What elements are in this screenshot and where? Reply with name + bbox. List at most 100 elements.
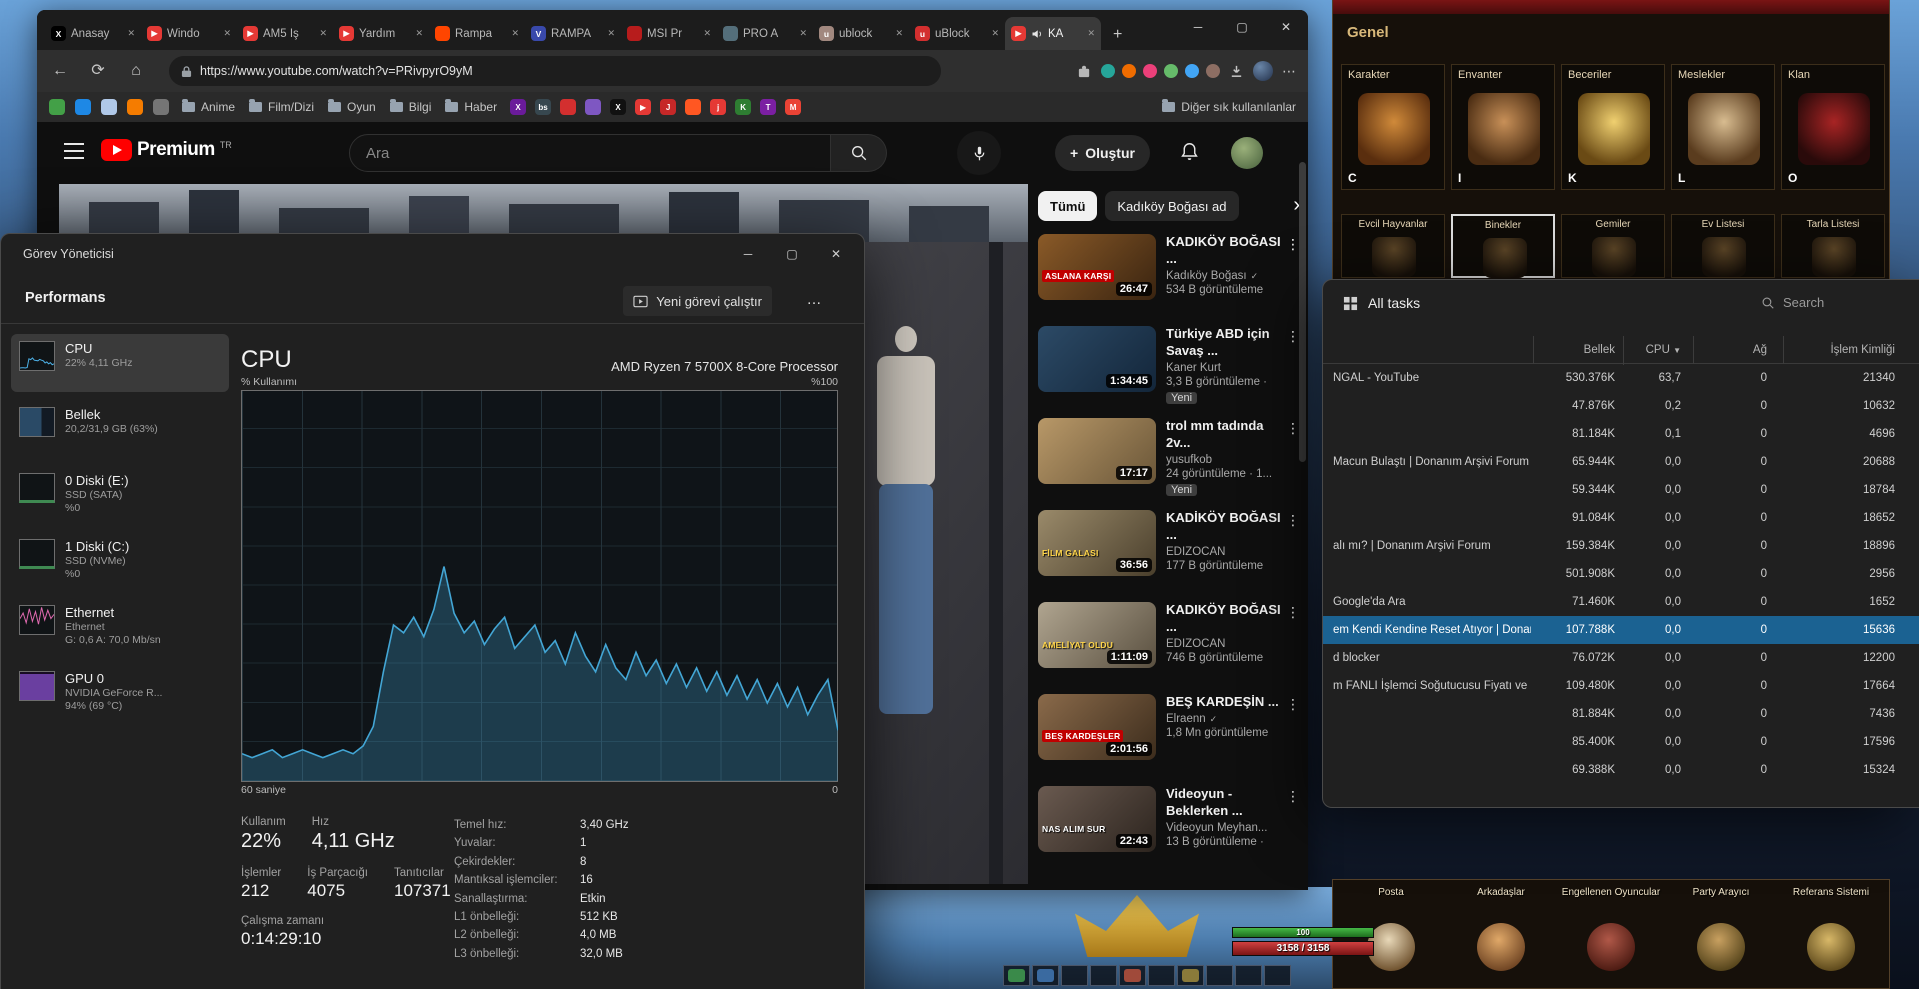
close-button[interactable]: ✕ xyxy=(814,238,858,270)
video-channel[interactable]: Kadıköy Boğası✓ xyxy=(1166,270,1284,282)
task-row[interactable]: 47.876K 0,2 0 10632 xyxy=(1323,392,1919,420)
tab-close-icon[interactable]: ✕ xyxy=(799,28,807,39)
game-submenu-cell[interactable]: Binekler xyxy=(1451,214,1555,278)
task-row[interactable]: alı mı? | Donanım Arşivi Forum 159.384K … xyxy=(1323,532,1919,560)
task-search[interactable]: Search xyxy=(1761,295,1824,310)
suggested-video[interactable]: 17:17 trol mm tadında 2v... yusufkob✓ 24… xyxy=(1038,418,1300,504)
browser-tab[interactable]: X Anasay ✕ xyxy=(45,17,141,50)
performance-sidebar-item[interactable]: 0 Diski (E:) SSD (SATA) %0 xyxy=(11,466,229,524)
video-title[interactable]: BEŞ KARDEŞİN ... xyxy=(1166,694,1284,711)
new-tab-button[interactable]: + xyxy=(1101,26,1134,50)
tab-close-icon[interactable]: ✕ xyxy=(607,28,615,39)
game-tab-general[interactable]: Genel xyxy=(1347,24,1389,41)
task-row[interactable]: 91.084K 0,0 0 18652 xyxy=(1323,504,1919,532)
bookmark-site-icon[interactable] xyxy=(75,99,91,115)
game-hotbar[interactable] xyxy=(1003,965,1291,986)
hotbar-slot[interactable] xyxy=(1090,965,1117,986)
extension-icon[interactable] xyxy=(1143,64,1157,78)
browser-tab[interactable]: ▶ Yardım ✕ xyxy=(333,17,429,50)
tab-close-icon[interactable]: ✕ xyxy=(703,28,711,39)
task-row[interactable]: 85.400K 0,0 0 17596 xyxy=(1323,728,1919,756)
chip-all[interactable]: Tümü xyxy=(1038,191,1097,221)
maximize-button[interactable]: ▢ xyxy=(1220,10,1264,44)
video-menu-icon[interactable]: ⋮ xyxy=(1286,512,1300,529)
suggested-video[interactable]: ASLANA KARŞI 26:47 KADIKÖY BOĞASI ... Ka… xyxy=(1038,234,1300,320)
extension-icon[interactable] xyxy=(1206,64,1220,78)
bookmark-site-icon[interactable] xyxy=(49,99,65,115)
performance-sidebar-item[interactable]: Bellek 20,2/31,9 GB (63%) xyxy=(11,400,229,458)
task-row[interactable]: 501.908K 0,0 0 2956 xyxy=(1323,560,1919,588)
task-row[interactable]: Macun Bulaştı | Donanım Arşivi Forum 65.… xyxy=(1323,448,1919,476)
performance-sidebar-item[interactable]: Ethernet Ethernet G: 0,6 A: 70,0 Mb/sn xyxy=(11,598,229,656)
video-channel[interactable]: yusufkob✓ xyxy=(1166,454,1284,466)
bookmark-site-icon[interactable]: X xyxy=(610,99,626,115)
hotbar-slot[interactable] xyxy=(1235,965,1262,986)
column-network[interactable]: Ağ xyxy=(1693,336,1767,364)
tab-close-icon[interactable]: ✕ xyxy=(223,28,231,39)
tab-audio-icon[interactable] xyxy=(1031,28,1043,40)
video-channel[interactable]: Elraenn✓ xyxy=(1166,713,1284,725)
column-cpu[interactable]: CPU ▼ xyxy=(1623,336,1681,365)
video-thumbnail[interactable]: NAS ALIM SUR 22:43 xyxy=(1038,786,1156,852)
bookmark-site-icon[interactable]: M xyxy=(785,99,801,115)
bookmark-site-icon[interactable]: J xyxy=(660,99,676,115)
bookmark-folder[interactable]: Haber xyxy=(445,100,497,114)
bookmark-site-icon[interactable]: X xyxy=(510,99,526,115)
task-row[interactable]: NGAL - YouTube 530.376K 63,7 0 21340 xyxy=(1323,364,1919,392)
video-title[interactable]: KADIKÖY BOĞASI ... xyxy=(1166,234,1284,268)
browser-profile-avatar[interactable] xyxy=(1253,61,1273,81)
task-row[interactable]: em Kendi Kendine Reset Atıyor | Donanım … xyxy=(1323,616,1919,644)
video-thumbnail[interactable]: 1:34:45 xyxy=(1038,326,1156,392)
hotbar-slot[interactable] xyxy=(1148,965,1175,986)
bookmark-folder[interactable]: Bilgi xyxy=(390,100,432,114)
column-pid[interactable]: İşlem Kimliği xyxy=(1783,336,1895,364)
address-bar[interactable]: https://www.youtube.com/watch?v=PRivpyrO… xyxy=(169,56,941,86)
bookmark-site-icon[interactable] xyxy=(560,99,576,115)
video-menu-icon[interactable]: ⋮ xyxy=(1286,696,1300,713)
game-submenu-cell[interactable]: Evcil Hayvanlar xyxy=(1341,214,1445,278)
search-input[interactable] xyxy=(366,145,814,162)
bookmark-folder[interactable]: Anime xyxy=(182,100,235,114)
hotbar-slot[interactable] xyxy=(1119,965,1146,986)
tab-close-icon[interactable]: ✕ xyxy=(511,28,519,39)
bookmark-site-icon[interactable]: T xyxy=(760,99,776,115)
game-menu-cell[interactable]: Beceriler K xyxy=(1561,64,1665,190)
game-social-cell[interactable]: Party Arayıcı xyxy=(1669,883,1773,985)
extension-icon[interactable] xyxy=(1101,64,1115,78)
search-button[interactable] xyxy=(831,134,887,172)
bookmark-folder[interactable]: Film/Dizi xyxy=(249,100,314,114)
video-menu-icon[interactable]: ⋮ xyxy=(1286,236,1300,253)
browser-tab[interactable]: ▶ AM5 İş ✕ xyxy=(237,17,333,50)
game-window-titlebar[interactable] xyxy=(1333,0,1889,14)
extensions-puzzle-icon[interactable] xyxy=(1077,64,1092,79)
game-menu-cell[interactable]: Meslekler L xyxy=(1671,64,1775,190)
close-button[interactable]: ✕ xyxy=(1264,10,1308,44)
youtube-logo[interactable]: Premium TR xyxy=(101,139,232,161)
task-row[interactable]: 81.884K 0,0 0 7436 xyxy=(1323,700,1919,728)
minimize-button[interactable]: ─ xyxy=(726,238,770,270)
url-text[interactable]: https://www.youtube.com/watch?v=PRivpyrO… xyxy=(200,64,473,78)
hotbar-slot[interactable] xyxy=(1032,965,1059,986)
tab-close-icon[interactable]: ✕ xyxy=(991,28,999,39)
video-title[interactable]: trol mm tadında 2v... xyxy=(1166,418,1284,452)
task-row[interactable]: 69.388K 0,0 0 15324 xyxy=(1323,756,1919,784)
bookmark-site-icon[interactable]: K xyxy=(735,99,751,115)
game-submenu-cell[interactable]: Tarla Listesi xyxy=(1781,214,1885,278)
page-scrollbar[interactable] xyxy=(1299,162,1306,462)
tab-close-icon[interactable]: ✕ xyxy=(415,28,423,39)
task-row[interactable]: Google'da Ara 71.460K 0,0 0 1652 xyxy=(1323,588,1919,616)
hotbar-slot[interactable] xyxy=(1061,965,1088,986)
bookmark-site-icon[interactable] xyxy=(127,99,143,115)
video-menu-icon[interactable]: ⋮ xyxy=(1286,328,1300,345)
video-title[interactable]: Videoyun - Beklerken ... xyxy=(1166,786,1284,820)
suggested-video[interactable]: NAS ALIM SUR 22:43 Videoyun - Beklerken … xyxy=(1038,786,1300,872)
back-icon[interactable]: ← xyxy=(43,50,77,92)
task-table-header[interactable]: Bellek CPU ▼ Ağ İşlem Kimliği xyxy=(1323,336,1919,364)
tab-close-icon[interactable]: ✕ xyxy=(895,28,903,39)
suggested-video[interactable]: AMELİYAT OLDU 1:11:09 KADIKÖY BOĞASI ...… xyxy=(1038,602,1300,688)
game-menu-cell[interactable]: Karakter C xyxy=(1341,64,1445,190)
game-submenu-cell[interactable]: Gemiler xyxy=(1561,214,1665,278)
video-title[interactable]: Türkiye ABD için Savaş ... xyxy=(1166,326,1284,360)
video-menu-icon[interactable]: ⋮ xyxy=(1286,788,1300,805)
video-channel[interactable]: Videoyun Meyhan...✓ xyxy=(1166,822,1284,834)
